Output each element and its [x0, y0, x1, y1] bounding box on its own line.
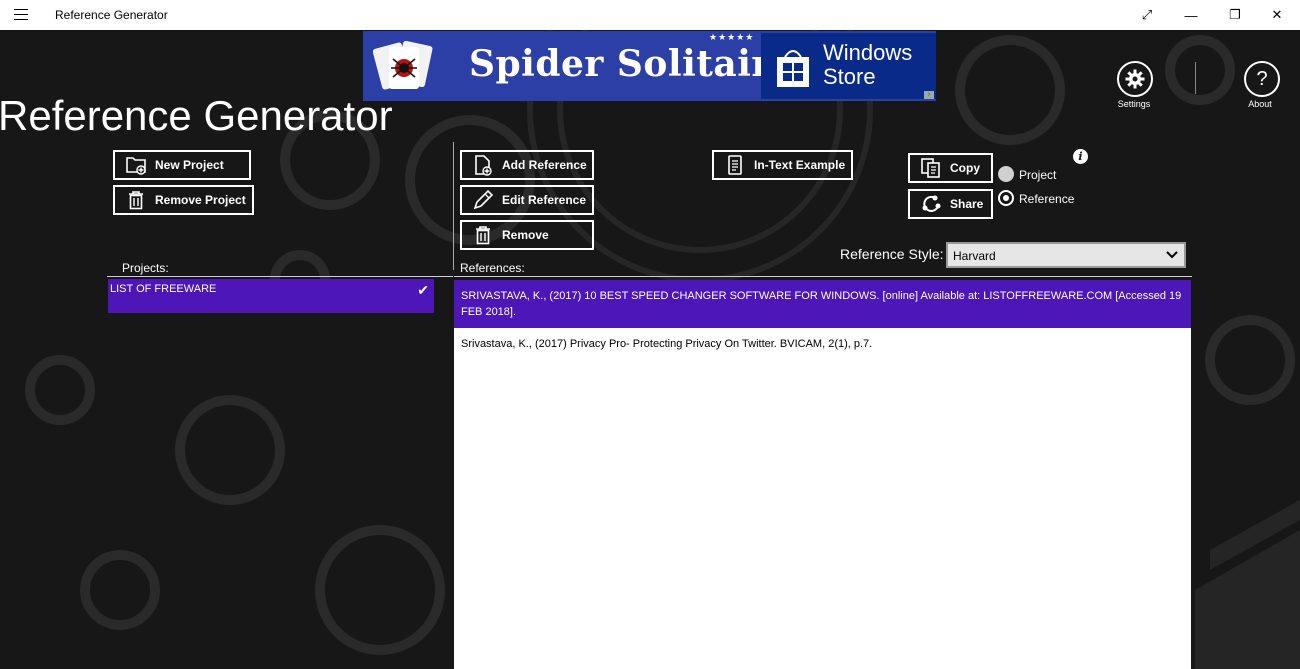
header-separator: [1195, 62, 1196, 94]
ad-info-icon[interactable]: ›: [924, 91, 934, 99]
ad-banner[interactable]: Spider Solitaire ★★★★★ Windows Store ›: [363, 31, 936, 101]
trash-icon: [476, 226, 490, 245]
chevron-down-icon: [1166, 251, 1178, 259]
new-project-button[interactable]: New Project: [113, 150, 251, 180]
minimize-button[interactable]: —: [1168, 0, 1214, 30]
new-folder-icon: [126, 157, 146, 175]
store-line1: Windows: [823, 40, 913, 65]
radio-project[interactable]: [998, 166, 1014, 182]
project-list-item[interactable]: LIST OF FREEWARE ✔: [108, 279, 434, 313]
add-reference-button[interactable]: Add Reference: [460, 150, 594, 180]
about-label: About: [1248, 99, 1272, 109]
radio-project-label: Project: [1019, 168, 1057, 182]
copy-button[interactable]: Copy: [908, 153, 993, 183]
checkmark-icon: ✔: [417, 282, 429, 298]
document-lines-icon: [728, 155, 742, 175]
ad-rating-stars: ★★★★★: [709, 32, 755, 42]
project-name: LIST OF FREEWARE: [110, 283, 217, 295]
radio-reference-label: Reference: [1019, 192, 1075, 206]
share-icon: [922, 195, 941, 212]
add-reference-label: Add Reference: [502, 158, 587, 172]
spider-cards-icon: [373, 40, 433, 90]
remove-project-button[interactable]: Remove Project: [113, 185, 254, 215]
ad-title: Spider Solitaire: [469, 43, 795, 85]
restore-button[interactable]: ❐: [1212, 0, 1258, 30]
reference-style-value: Harvard: [953, 249, 996, 263]
remove-reference-label: Remove: [502, 228, 549, 242]
remove-project-label: Remove Project: [155, 193, 246, 207]
windows-store-icon: [777, 50, 809, 87]
reference-style-select[interactable]: Harvard: [946, 242, 1186, 268]
radio-reference[interactable]: [998, 190, 1014, 206]
info-icon[interactable]: i: [1073, 149, 1088, 164]
page-title: Reference Generator: [0, 92, 393, 139]
question-icon: ?: [1256, 67, 1268, 90]
remove-reference-button[interactable]: Remove: [460, 220, 594, 250]
new-project-label: New Project: [155, 158, 224, 172]
hamburger-menu-icon[interactable]: [14, 9, 28, 20]
gear-icon: [1125, 69, 1145, 89]
fullscreen-icon[interactable]: ⤢: [1124, 0, 1170, 30]
windows-store-badge[interactable]: Windows Store: [761, 33, 936, 99]
settings-button[interactable]: [1117, 61, 1153, 97]
share-label: Share: [950, 197, 984, 211]
references-heading: References:: [460, 261, 525, 275]
reference-style-label: Reference Style:: [840, 246, 944, 262]
references-heading-line: [454, 276, 1192, 277]
store-line2: Store: [823, 64, 876, 89]
copy-label: Copy: [950, 161, 980, 175]
settings-label: Settings: [1117, 99, 1151, 109]
add-document-icon: [475, 155, 492, 176]
trash-icon: [129, 191, 143, 210]
about-button[interactable]: ?: [1244, 61, 1280, 97]
reference-list-item[interactable]: Srivastava, K., (2017) Privacy Pro- Prot…: [454, 336, 1191, 352]
share-button[interactable]: Share: [908, 189, 993, 219]
pencil-icon: [473, 189, 494, 210]
references-list[interactable]: SRIVASTAVA, K., (2017) 10 BEST SPEED CHA…: [454, 280, 1191, 669]
panel-divider: [453, 142, 454, 270]
projects-heading: Projects:: [122, 261, 169, 275]
in-text-example-label: In-Text Example: [754, 158, 846, 172]
edit-reference-button[interactable]: Edit Reference: [460, 185, 594, 215]
copy-icon: [921, 158, 940, 178]
in-text-example-button[interactable]: In-Text Example: [712, 150, 853, 180]
reference-list-item[interactable]: SRIVASTAVA, K., (2017) 10 BEST SPEED CHA…: [454, 280, 1191, 328]
window-title: Reference Generator: [55, 8, 168, 22]
edit-reference-label: Edit Reference: [502, 193, 587, 207]
title-bar: Reference Generator ⤢ — ❐ ✕: [0, 0, 1300, 30]
close-button[interactable]: ✕: [1254, 0, 1300, 30]
projects-heading-line: [107, 276, 453, 277]
